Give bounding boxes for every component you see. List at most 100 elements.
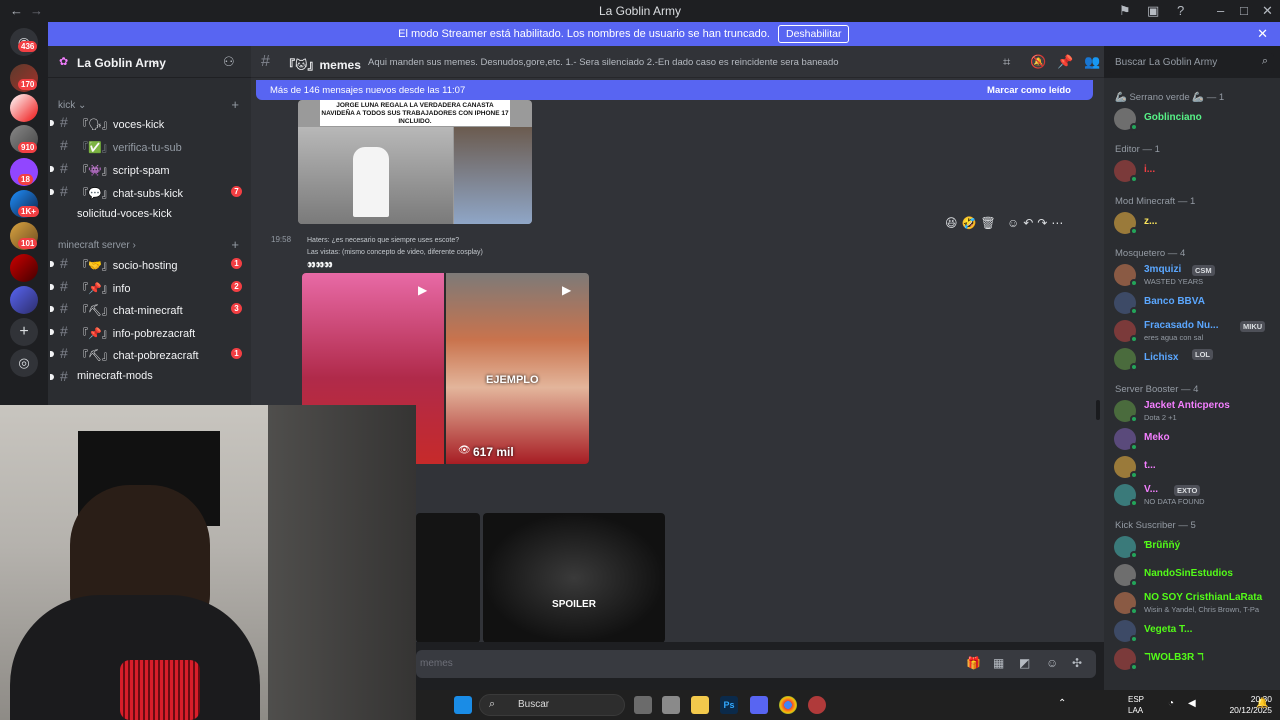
task-view-icon[interactable] <box>634 696 652 714</box>
member-item[interactable]: Goblinciano <box>1112 106 1280 132</box>
app-icon[interactable] <box>662 696 680 714</box>
photoshop-icon[interactable]: Ps <box>720 696 738 714</box>
add-server-icon[interactable]: + <box>10 318 38 346</box>
gif-icon[interactable]: ▦ <box>993 656 1004 670</box>
status-indicator <box>1130 227 1138 235</box>
streamer-mode-banner: El modo Streamer está habilitado. Los no… <box>48 22 1280 46</box>
category-kick[interactable]: kick ⌄ <box>58 100 86 111</box>
channel-label: 『⛏』chat-minecraft <box>77 305 183 317</box>
channel-sidebar: ✿ La Goblin Army ⌄ ⚇ kick ⌄ + # 『🗣』voces… <box>48 46 251 406</box>
windows-start-icon[interactable] <box>454 696 472 714</box>
channel-script-spam[interactable]: # 『👾』script-spam <box>50 159 246 179</box>
member-item[interactable]: ℸWOLB3R ℸ <box>1112 646 1280 672</box>
search-box[interactable]: Buscar La Goblin Army ⌕ <box>1108 53 1274 73</box>
apps-icon[interactable]: ✣ <box>1072 656 1082 670</box>
member-item[interactable]: V... EXTO NO DATA FOUND <box>1112 482 1280 508</box>
tray-expand-icon[interactable]: ⌃ <box>1058 698 1066 709</box>
webcam-overlay <box>0 405 416 720</box>
scrollbar-thumb[interactable] <box>1096 400 1100 420</box>
notification-bell-icon[interactable]: 🔔 <box>1256 698 1268 709</box>
message-timestamp: 19:58 <box>271 235 292 244</box>
add-channel-icon[interactable]: + <box>231 237 239 252</box>
spoiler-attachment[interactable]: SPOILER <box>483 513 665 642</box>
member-list-icon[interactable]: 👥 <box>1084 54 1100 70</box>
member-item[interactable]: Vegeta T... <box>1112 618 1280 644</box>
file-explorer-icon[interactable] <box>691 696 709 714</box>
meme-image[interactable]: JORGE LUNA REGALA LA VERDADERA CANASTA N… <box>298 100 532 224</box>
server-icon[interactable] <box>10 254 38 282</box>
status-indicator <box>1130 607 1138 615</box>
mention-badge: 2 <box>231 281 242 292</box>
channel-solicitud-voces-kick[interactable]: solicitud-voces-kick <box>56 205 246 225</box>
gift-icon[interactable]: 🎁 <box>966 656 981 670</box>
screen-icon[interactable]: ▣ <box>1147 3 1159 19</box>
wardrobe <box>268 405 416 720</box>
threads-icon[interactable]: ⌗ <box>1003 54 1010 70</box>
channel-info-pobrezacraft[interactable]: # 『📌』info-pobrezacraft <box>50 322 246 342</box>
add-channel-icon[interactable]: + <box>231 97 239 112</box>
inbox-icon[interactable]: ⚑ <box>1119 3 1131 19</box>
member-item[interactable]: i... <box>1112 158 1280 184</box>
server-icon[interactable] <box>10 286 38 314</box>
member-item[interactable]: z... <box>1112 210 1280 236</box>
minimize-icon[interactable]: – <box>1217 3 1224 18</box>
pin-icon[interactable]: 📌 <box>1057 54 1073 70</box>
channel-chat-minecraft[interactable]: # 『⛏』chat-minecraft 3 <box>50 299 246 319</box>
channel-verifica-tu-sub[interactable]: # 『✅』verifica-tu-sub <box>56 136 246 156</box>
close-window-icon[interactable]: ✕ <box>1262 3 1273 19</box>
server-icon[interactable] <box>10 94 38 122</box>
message-actions[interactable]: 😆🤣🗑 ☺↶↷⋯ <box>945 216 1067 230</box>
category-label: minecraft server <box>58 240 130 251</box>
channel-minecraft-mods[interactable]: # minecraft-mods <box>50 367 246 387</box>
meme-headline: JORGE LUNA REGALA LA VERDADERA CANASTA N… <box>320 100 510 126</box>
channel-info[interactable]: # 『📌』info 2 <box>50 277 246 297</box>
member-item[interactable]: NandoSinEstudios <box>1112 562 1280 588</box>
status-indicator <box>1130 123 1138 131</box>
discover-icon[interactable]: ◎ <box>10 349 38 377</box>
channel-chat-subs-kick[interactable]: # 『💬』chat-subs-kick 7 <box>50 182 246 202</box>
member-item[interactable]: Ɓrũñňý <box>1112 534 1280 560</box>
discord-taskbar-icon[interactable] <box>750 696 768 714</box>
language-indicator[interactable]: ESP LAA <box>1128 694 1144 716</box>
volume-icon[interactable]: ◀ <box>1188 698 1196 709</box>
language-code: ESP <box>1128 695 1145 704</box>
member-name: ℸWOLB3R ℸ <box>1144 652 1204 663</box>
wifi-icon[interactable]: ◔ <box>1168 698 1174 709</box>
member-item[interactable]: Banco BBVA <box>1112 290 1280 316</box>
taskbar-search[interactable]: ⌕ Buscar <box>479 694 625 716</box>
channel-voces-kick[interactable]: # 『🗣』voces-kick <box>50 113 246 133</box>
channel-chat-pobrezacraft[interactable]: # 『⛏』chat-pobrezacraft 1 <box>50 344 246 364</box>
spoiler-attachment[interactable] <box>416 513 480 642</box>
new-messages-text: Más de 146 mensajes nuevos desde las 11:… <box>270 85 466 96</box>
sticker-icon[interactable]: ◩ <box>1019 656 1030 670</box>
member-item[interactable]: NO SOY CristhianLaRata Wisin & Yandel, Ch… <box>1112 590 1280 616</box>
member-name: t... <box>1144 460 1156 471</box>
unread-indicator <box>50 261 54 267</box>
notifications-muted-icon[interactable]: 🔕 <box>1030 54 1046 70</box>
status-indicator <box>1130 635 1138 643</box>
member-item[interactable]: Fracasado Nu... MIKU eres agua con sal <box>1112 318 1280 344</box>
member-item[interactable]: 3mquizi CSM WASTED YEARS <box>1112 262 1280 288</box>
emoji-icon[interactable]: ☺ <box>1046 656 1058 670</box>
member-item[interactable]: Jacket Anticperos Dota 2 +1 <box>1112 398 1280 424</box>
category-minecraft-server[interactable]: minecraft server › <box>58 240 136 251</box>
server-header[interactable]: ✿ La Goblin Army ⌄ ⚇ <box>48 46 251 78</box>
member-list: 🦾 Serrano verde 🦾 — 1 Goblinciano Editor —… <box>1104 78 1280 692</box>
channel-topic[interactable]: Aqui manden sus memes. Desnudos,gore,etc… <box>368 57 868 68</box>
status-indicator <box>1130 307 1138 315</box>
add-member-icon[interactable]: ⚇ <box>223 54 235 70</box>
member-item[interactable]: Lichisx LOL <box>1112 346 1280 372</box>
close-banner-icon[interactable]: ✕ <box>1257 26 1268 42</box>
mark-as-read-button[interactable]: Marcar como leído <box>987 85 1071 96</box>
new-messages-bar[interactable]: Más de 146 mensajes nuevos desde las 11:… <box>256 80 1093 100</box>
disable-streamer-button[interactable]: Deshabilitar <box>778 25 850 43</box>
chrome-icon[interactable] <box>779 696 797 714</box>
maximize-icon[interactable]: □ <box>1240 3 1248 18</box>
channel-socio-hosting[interactable]: # 『🤝』socio-hosting 1 <box>50 254 246 274</box>
help-icon[interactable]: ? <box>1177 3 1184 18</box>
member-item[interactable]: t... <box>1112 454 1280 480</box>
taskbar-search-label: Buscar <box>518 699 550 710</box>
member-item[interactable]: Meko <box>1112 426 1280 452</box>
message-composer[interactable]: memes 🎁 ▦ ◩ ☺ ✣ <box>416 650 1096 678</box>
app-icon[interactable] <box>808 696 826 714</box>
